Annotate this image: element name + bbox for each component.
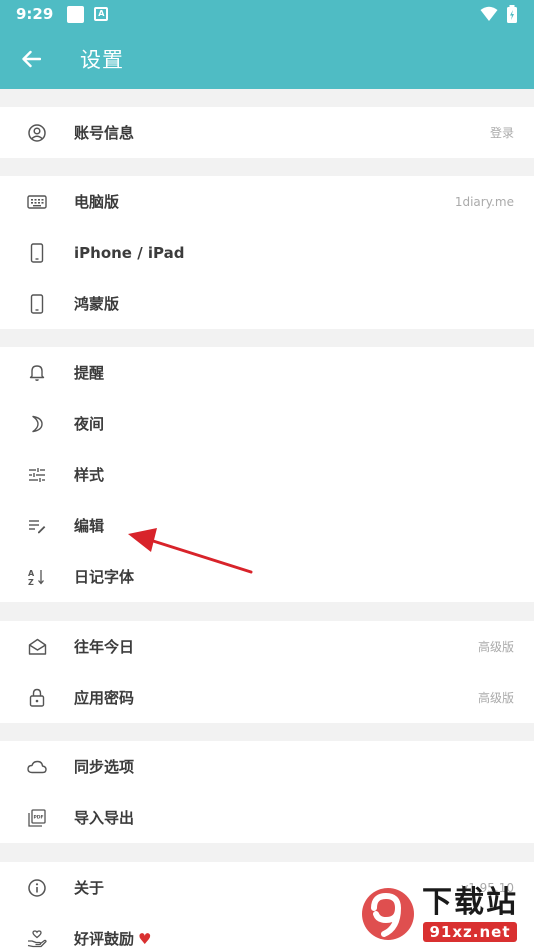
keyboard-icon xyxy=(26,191,48,213)
bell-icon xyxy=(26,362,48,384)
phone-icon xyxy=(26,242,48,264)
style-label: 样式 xyxy=(74,466,105,484)
edit-label: 编辑 xyxy=(74,517,105,535)
reminder-item[interactable]: 提醒 xyxy=(0,347,534,398)
battery-icon xyxy=(507,5,517,23)
style-item[interactable]: 样式 xyxy=(0,449,534,500)
moon-icon xyxy=(26,413,48,435)
iphone-ipad-label: iPhone / iPad xyxy=(74,243,185,262)
status-bar: 9:29 A xyxy=(0,0,534,28)
watermark-logo-icon xyxy=(362,888,414,940)
sync-options-item[interactable]: 同步选项 xyxy=(0,741,534,792)
diary-font-item[interactable]: AZ 日记字体 xyxy=(0,551,534,602)
import-export-label: 导入导出 xyxy=(74,809,135,827)
pdf-file-icon: PDF xyxy=(26,807,48,829)
status-time: 9:29 xyxy=(16,5,54,23)
svg-text:Z: Z xyxy=(28,578,34,586)
edit-item[interactable]: 编辑 xyxy=(0,500,534,551)
platforms-section: 电脑版 1diary.me iPhone / iPad 鸿蒙版 xyxy=(0,176,534,329)
preferences-section: 提醒 夜间 样式 编辑 AZ 日记字体 xyxy=(0,347,534,602)
envelope-open-icon xyxy=(26,636,48,658)
account-section: 账号信息 登录 xyxy=(0,107,534,158)
past-years-item[interactable]: 往年今日 高级版 xyxy=(0,621,534,672)
page-title: 设置 xyxy=(80,47,124,72)
app-bar: 设置 xyxy=(0,28,534,89)
desktop-label: 电脑版 xyxy=(74,193,120,211)
user-circle-icon xyxy=(26,122,48,144)
past-years-label: 往年今日 xyxy=(74,638,135,656)
premium-badge: 高级版 xyxy=(477,691,514,705)
desktop-item[interactable]: 电脑版 1diary.me xyxy=(0,176,534,227)
cloud-icon xyxy=(26,756,48,778)
data-section: 同步选项 PDF 导入导出 xyxy=(0,741,534,843)
reminder-label: 提醒 xyxy=(74,364,105,382)
wifi-icon xyxy=(480,6,498,21)
sort-az-icon: AZ xyxy=(26,566,48,588)
hand-heart-icon xyxy=(26,928,48,950)
premium-section: 往年今日 高级版 应用密码 高级版 xyxy=(0,621,534,723)
watermark-url: 91xz.net xyxy=(423,922,517,942)
watermark-title: 下载站 xyxy=(422,885,518,920)
app-password-item[interactable]: 应用密码 高级版 xyxy=(0,672,534,723)
svg-text:A: A xyxy=(28,569,35,578)
premium-badge: 高级版 xyxy=(477,640,514,654)
edit-lines-icon xyxy=(26,515,48,537)
sliders-icon xyxy=(26,464,48,486)
iphone-ipad-item[interactable]: iPhone / iPad xyxy=(0,227,534,278)
notification-icon xyxy=(67,5,85,23)
import-export-item[interactable]: PDF 导入导出 xyxy=(0,792,534,843)
sync-options-label: 同步选项 xyxy=(74,758,135,776)
watermark: 下载站 91xz.net xyxy=(358,878,534,950)
phone-icon xyxy=(26,293,48,315)
diary-font-label: 日记字体 xyxy=(74,568,135,586)
info-icon xyxy=(26,877,48,899)
harmony-label: 鸿蒙版 xyxy=(74,295,120,313)
a-badge-icon: A xyxy=(94,7,109,21)
night-mode-label: 夜间 xyxy=(74,415,105,433)
lock-icon xyxy=(26,687,48,709)
heart-icon: ♥ xyxy=(138,930,152,948)
desktop-url: 1diary.me xyxy=(454,194,514,209)
harmony-item[interactable]: 鸿蒙版 xyxy=(0,278,534,329)
rate-label: 好评鼓励 ♥ xyxy=(74,928,151,949)
app-password-label: 应用密码 xyxy=(74,689,135,707)
about-label: 关于 xyxy=(74,879,105,897)
back-button[interactable] xyxy=(0,28,62,89)
night-mode-item[interactable]: 夜间 xyxy=(0,398,534,449)
svg-text:PDF: PDF xyxy=(34,814,44,820)
account-info-item[interactable]: 账号信息 登录 xyxy=(0,107,534,158)
back-arrow-icon xyxy=(22,50,41,67)
rate-label-text: 好评鼓励 xyxy=(74,930,135,948)
login-link[interactable]: 登录 xyxy=(490,124,514,141)
account-info-label: 账号信息 xyxy=(74,124,135,142)
